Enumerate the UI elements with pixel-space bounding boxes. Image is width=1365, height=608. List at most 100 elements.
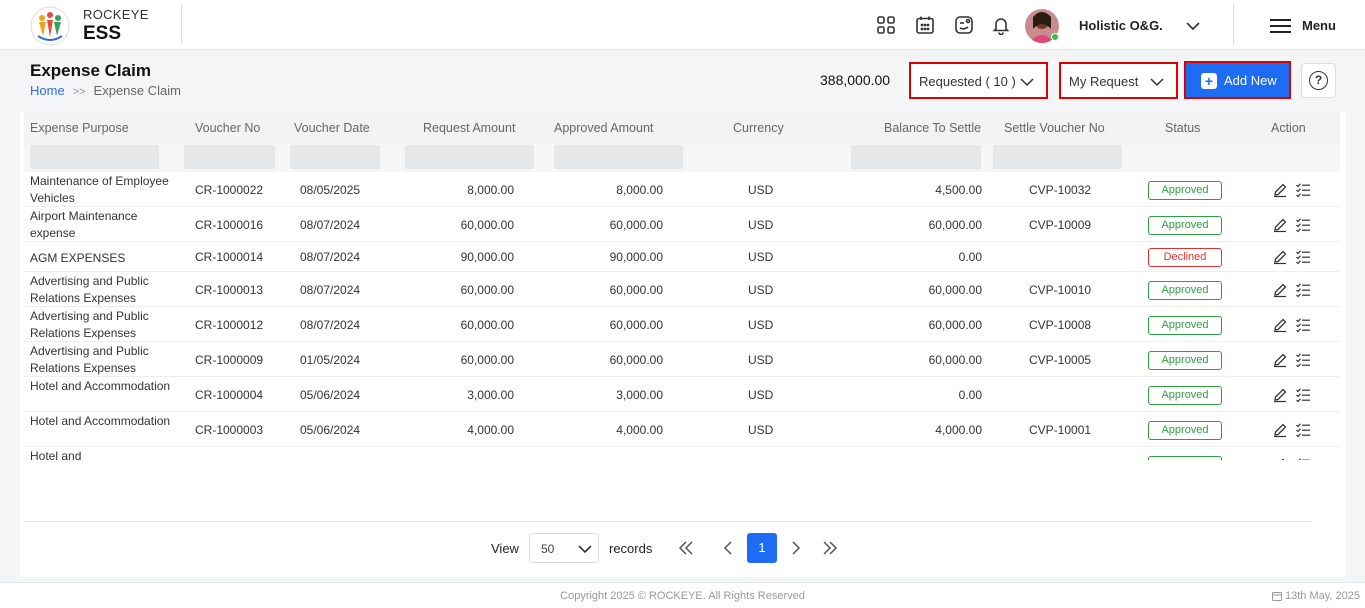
request-amount-cell: 60,000.00 <box>460 282 514 297</box>
table-row[interactable]: Hotel and Accommodation CR-1000004 05/06/2… <box>24 377 1340 412</box>
checklist-icon[interactable] <box>1295 387 1311 403</box>
column-header[interactable]: Approved Amount <box>554 121 653 135</box>
status-badge: Approved <box>1148 385 1222 405</box>
request-amount-cell: 3,000.00 <box>467 387 514 402</box>
request-amount-cell: 60,000.00 <box>460 352 514 367</box>
scope-filter-value: My Request <box>1069 74 1139 89</box>
chevron-down-icon <box>1020 78 1034 87</box>
balance-filter-input[interactable] <box>851 145 981 169</box>
checklist-icon[interactable] <box>1295 422 1311 438</box>
help-button[interactable]: ? <box>1301 63 1336 98</box>
first-page-icon[interactable] <box>677 539 695 557</box>
voucher-date-cell: 01/05/2024 <box>300 352 361 367</box>
feedback-icon[interactable] <box>954 15 974 35</box>
voucher-date-cell: 05/06/2024 <box>300 422 361 437</box>
edit-pencil-icon[interactable] <box>1272 282 1288 298</box>
filter-row <box>24 143 1340 172</box>
approved-amount-cell: 60,000.00 <box>609 282 663 297</box>
voucher-date-cell: 08/05/2025 <box>300 182 361 197</box>
table-row[interactable]: Airport Maintenance expense CR-1000016 08/… <box>24 207 1340 242</box>
request-amount-cell: 60,000.00 <box>460 317 514 332</box>
checklist-icon[interactable] <box>1295 352 1311 368</box>
edit-pencil-icon[interactable] <box>1272 422 1288 438</box>
expense-purpose-cell: Hotel and <box>30 449 82 460</box>
breadcrumb-separator: >> <box>72 86 86 98</box>
checklist-icon[interactable] <box>1295 217 1311 233</box>
request-amount-filter-input[interactable] <box>405 145 534 169</box>
status-badge: Approved <box>1148 455 1222 460</box>
approved-amount-cell: 60,000.00 <box>609 352 663 367</box>
column-header[interactable]: Expense Purpose <box>30 121 129 135</box>
breadcrumb-home-link[interactable]: Home <box>30 83 65 98</box>
table-row[interactable]: Advertising and Public Relations Expense… <box>24 342 1340 377</box>
previous-page-icon[interactable] <box>719 539 737 557</box>
edit-pencil-icon[interactable] <box>1272 249 1288 265</box>
edit-pencil-icon[interactable] <box>1272 317 1288 333</box>
voucher-no-cell: CR-1000013 <box>195 282 264 297</box>
company-name[interactable]: Holistic O&G. <box>1079 18 1163 33</box>
column-header[interactable]: Status <box>1165 121 1200 135</box>
scope-filter-dropdown[interactable]: My Request <box>1059 62 1178 99</box>
column-header[interactable]: Settle Voucher No <box>1004 121 1105 135</box>
table-row[interactable]: Maintenance of Employee Vehicles CR-10000… <box>24 172 1340 207</box>
column-header[interactable]: Voucher Date <box>294 121 370 135</box>
expense-purpose-cell: AGM EXPENSES <box>30 251 126 265</box>
add-new-button[interactable]: + Add New <box>1184 61 1291 99</box>
table-row[interactable]: Hotel and Accommodation CR-1000003 05/06/2… <box>24 412 1340 447</box>
checklist-icon[interactable] <box>1295 317 1311 333</box>
checklist-icon[interactable] <box>1295 249 1311 265</box>
voucher-filter-input[interactable] <box>184 145 275 169</box>
status-badge: Approved <box>1148 180 1222 200</box>
breadcrumb: Home >> Expense Claim <box>30 83 181 98</box>
apps-grid-icon[interactable] <box>876 15 896 35</box>
last-page-icon[interactable] <box>821 539 839 557</box>
rockeye-logo <box>30 6 70 46</box>
checklist-icon[interactable] <box>1295 182 1311 198</box>
column-header[interactable]: Request Amount <box>423 121 515 135</box>
table-row[interactable]: AGM EXPENSES CR-1000014 08/07/2024 90,000.0… <box>24 242 1340 272</box>
column-header[interactable]: Balance To Settle <box>884 121 981 135</box>
page-size-value: 50 <box>541 542 555 556</box>
edit-pencil-icon[interactable] <box>1272 387 1288 403</box>
checklist-icon[interactable] <box>1295 457 1311 461</box>
status-badge: Approved <box>1148 280 1222 300</box>
currency-cell: USD <box>748 250 774 264</box>
chevron-down-icon[interactable] <box>1185 18 1201 34</box>
calendar-icon[interactable] <box>915 15 935 35</box>
date-filter-input[interactable] <box>290 145 380 169</box>
next-page-icon[interactable] <box>787 539 805 557</box>
edit-pencil-icon[interactable] <box>1272 457 1288 461</box>
notification-bell-icon[interactable] <box>991 15 1011 35</box>
total-amount: 388,000.00 <box>820 72 891 88</box>
approved-amount-cell: 3,000.00 <box>616 387 663 402</box>
checklist-icon[interactable] <box>1295 282 1311 298</box>
table-row[interactable]: Hotel and Approved <box>24 447 1340 460</box>
purpose-filter-input[interactable] <box>30 145 159 169</box>
currency-cell: USD <box>748 387 774 402</box>
column-header[interactable]: Voucher No <box>195 121 260 135</box>
status-filter-value: Requested ( 10 ) <box>919 74 1016 89</box>
column-header[interactable]: Currency <box>733 121 784 135</box>
menu-button[interactable]: Menu <box>1270 16 1350 36</box>
pagination-view-label: View <box>491 541 519 556</box>
expense-purpose-cell: Hotel and Accommodation <box>30 414 171 428</box>
page-size-select[interactable]: 50 <box>529 533 599 563</box>
approved-amount-filter-input[interactable] <box>554 145 683 169</box>
edit-pencil-icon[interactable] <box>1272 217 1288 233</box>
page-number-button[interactable]: 1 <box>747 533 777 563</box>
request-amount-cell: 4,000.00 <box>467 422 514 437</box>
chevron-down-icon <box>1150 78 1164 87</box>
divider <box>24 521 1312 522</box>
voucher-no-cell: CR-1000009 <box>195 352 264 367</box>
balance-cell: 4,000.00 <box>935 422 982 437</box>
edit-pencil-icon[interactable] <box>1272 182 1288 198</box>
settle-voucher-filter-input[interactable] <box>993 145 1122 169</box>
edit-pencil-icon[interactable] <box>1272 352 1288 368</box>
status-badge: Approved <box>1148 420 1222 440</box>
table-row[interactable]: Advertising and Public Relations Expense… <box>24 307 1340 342</box>
divider <box>181 4 182 44</box>
table-row[interactable]: Advertising and Public Relations Expense… <box>24 272 1340 307</box>
voucher-no-cell: CR-1000016 <box>195 217 264 232</box>
expense-purpose-cell: Hotel and Accommodation <box>30 379 171 393</box>
status-filter-dropdown[interactable]: Requested ( 10 ) <box>909 62 1048 99</box>
